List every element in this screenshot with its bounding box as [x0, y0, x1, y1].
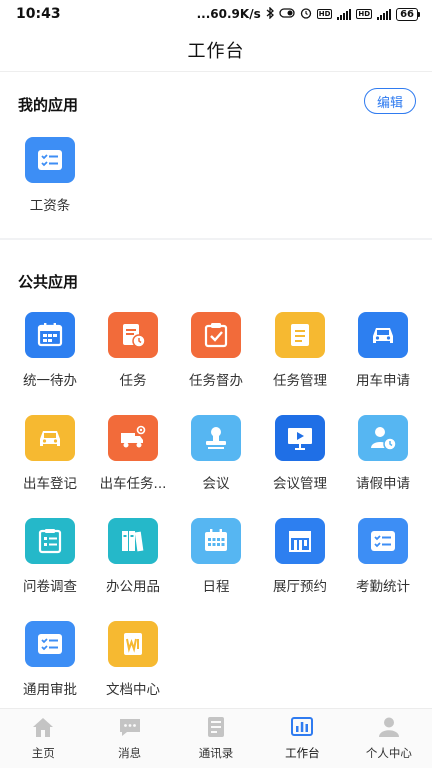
signal-icon [377, 8, 392, 20]
app-tile[interactable]: 工资条 [7, 137, 93, 214]
app-label: 通用审批 [23, 682, 77, 698]
message-icon [118, 716, 142, 742]
app-label: 日程 [202, 579, 230, 595]
checklist-icon [25, 621, 75, 667]
tab-message[interactable]: 消息 [86, 709, 172, 768]
app-tile[interactable]: 用车申请 [340, 312, 426, 389]
survey-icon [25, 518, 75, 564]
bottom-tab-bar: 主页 消息 通讯录 工作台 个人中心 [0, 708, 432, 768]
app-tile[interactable]: 出车登记 [7, 415, 93, 492]
bluetooth-icon [266, 5, 274, 22]
tab-label: 工作台 [285, 746, 320, 760]
section-divider [0, 238, 432, 240]
tab-workbench[interactable]: 工作台 [259, 709, 345, 768]
app-tile[interactable]: 任务管理 [257, 312, 343, 389]
checklist-icon [25, 137, 75, 183]
workbench-icon [290, 716, 314, 742]
truck-icon [108, 415, 158, 461]
tab-label: 个人中心 [365, 746, 412, 760]
battery-level: 66 [396, 7, 418, 21]
vibrate-icon [279, 7, 295, 21]
app-tile[interactable]: 请假申请 [340, 415, 426, 492]
status-time: 10:43 [16, 6, 61, 22]
document-icon [275, 312, 325, 358]
car-icon [358, 312, 408, 358]
word-doc-icon [108, 621, 158, 667]
status-bar: 10:43 ...60.9K/s HD HD 66 [0, 0, 432, 28]
public-apps-title: 公共应用 [18, 273, 79, 291]
schedule-icon [191, 518, 241, 564]
battery-icon: 66 [396, 7, 420, 21]
stamp-icon [191, 415, 241, 461]
app-tile[interactable]: 展厅预约 [257, 518, 343, 595]
app-tile[interactable]: 文档中心 [90, 621, 176, 698]
tab-label: 消息 [118, 746, 142, 760]
app-tile[interactable]: 会议 [173, 415, 259, 492]
app-tile[interactable]: 日程 [173, 518, 259, 595]
app-tile[interactable]: 统一待办 [7, 312, 93, 389]
calendar-icon [25, 312, 75, 358]
tab-home[interactable]: 主页 [0, 709, 86, 768]
alarm-icon [300, 7, 312, 22]
app-tile[interactable]: 任务 [90, 312, 176, 389]
app-label: 出车任务... [99, 476, 167, 492]
page-header: 工作台 [0, 28, 432, 72]
app-label: 展厅预约 [273, 579, 327, 595]
app-label: 问卷调查 [23, 579, 77, 595]
edit-button[interactable]: 编辑 [364, 88, 416, 114]
tab-contacts[interactable]: 通讯录 [173, 709, 259, 768]
app-label: 出车登记 [23, 476, 77, 492]
app-label: 统一待办 [23, 373, 77, 389]
network-speed: ...60.9K/s [196, 7, 261, 21]
store-icon [275, 518, 325, 564]
app-tile[interactable]: 任务督办 [173, 312, 259, 389]
page-title: 工作台 [187, 40, 245, 62]
app-tile[interactable]: 办公用品 [90, 518, 176, 595]
signal-icon [337, 8, 352, 20]
contacts-icon [204, 716, 228, 742]
tab-label: 主页 [31, 746, 55, 760]
home-icon [31, 716, 55, 742]
tab-person[interactable]: 个人中心 [346, 709, 432, 768]
app-label: 会议 [202, 476, 230, 492]
tab-label: 通讯录 [198, 746, 234, 760]
app-tile[interactable]: 会议管理 [257, 415, 343, 492]
app-tile[interactable]: 出车任务... [90, 415, 176, 492]
task-clock-icon [108, 312, 158, 358]
app-label: 办公用品 [106, 579, 160, 595]
person-icon [377, 716, 401, 742]
app-label: 请假申请 [356, 476, 410, 492]
checklist-icon [358, 518, 408, 564]
status-indicators: ...60.9K/s HD HD 66 [196, 5, 420, 22]
hd-badge: HD [356, 9, 373, 19]
my-apps-title: 我的应用 [18, 96, 79, 114]
app-label: 用车申请 [356, 373, 410, 389]
hd-badge: HD [316, 9, 333, 19]
clipboard-check-icon [191, 312, 241, 358]
presentation-icon [275, 415, 325, 461]
app-label: 工资条 [29, 198, 71, 214]
app-label: 文档中心 [106, 682, 160, 698]
app-label: 会议管理 [273, 476, 327, 492]
app-label: 任务 [119, 373, 147, 389]
app-tile[interactable]: 通用审批 [7, 621, 93, 698]
binders-icon [108, 518, 158, 564]
app-label: 任务督办 [189, 373, 243, 389]
app-label: 考勤统计 [356, 579, 410, 595]
app-tile[interactable]: 考勤统计 [340, 518, 426, 595]
car-icon [25, 415, 75, 461]
person-clock-icon [358, 415, 408, 461]
app-tile[interactable]: 问卷调查 [7, 518, 93, 595]
app-label: 任务管理 [273, 373, 327, 389]
